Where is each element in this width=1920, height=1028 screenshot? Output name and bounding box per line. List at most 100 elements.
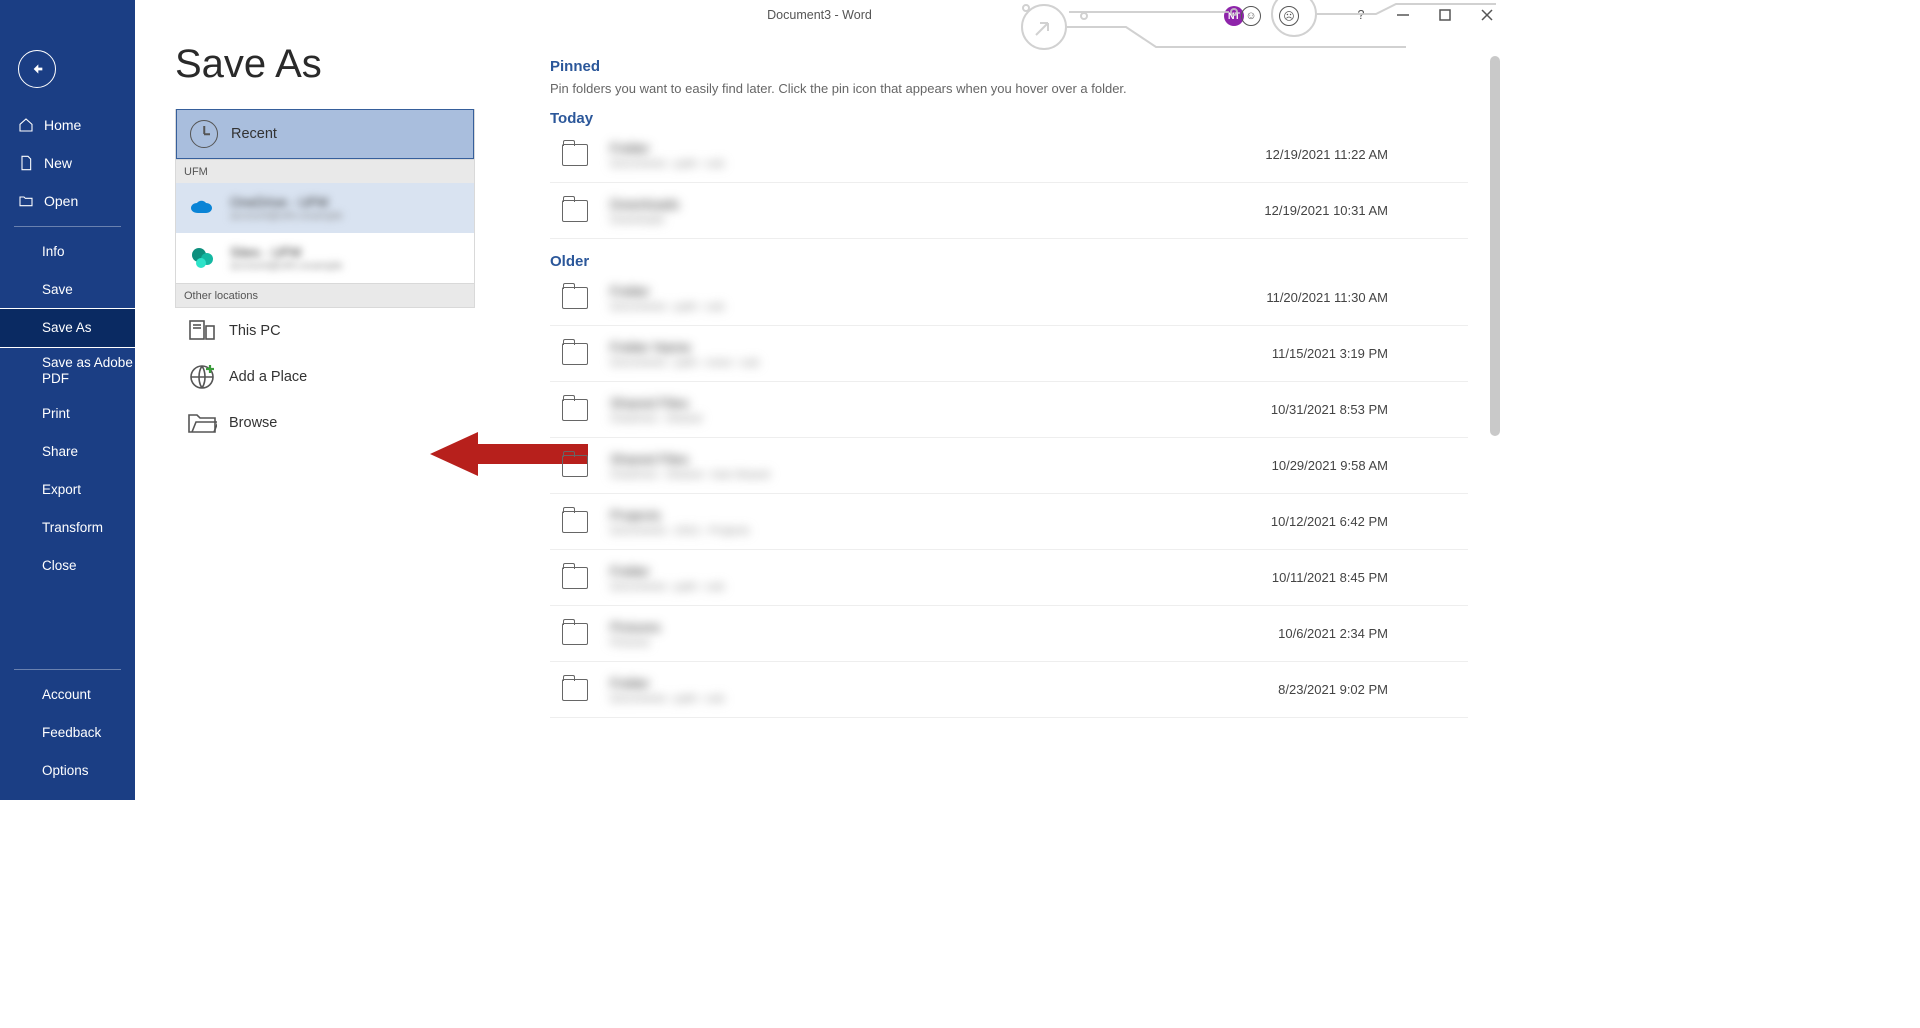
folder-name: Folder (610, 140, 1265, 156)
nav-info[interactable]: Info (0, 233, 135, 271)
folder-row[interactable]: PicturesPictures10/6/2021 2:34 PM (550, 606, 1468, 662)
app-root: Home New Open Info Save Save As Save as … (0, 0, 1504, 800)
feedback-buttons: ☺ ☹ (1241, 6, 1299, 26)
folder-path: Downloads (610, 214, 1264, 226)
folder-date: 12/19/2021 11:22 AM (1265, 147, 1388, 162)
folder-path: Documents › path › sub (610, 158, 1265, 170)
section-older-title: Older (550, 253, 1468, 270)
sharepoint-icon (188, 243, 218, 273)
folder-icon (562, 567, 588, 589)
folder-name: Shared Files (610, 451, 1272, 467)
folder-icon (562, 511, 588, 533)
locations-column: Save As Recent UFM OneDrive - UFM accoun (175, 42, 520, 800)
folder-row[interactable]: FolderDocuments › path › sub10/11/2021 8… (550, 550, 1468, 606)
folder-date: 10/11/2021 8:45 PM (1272, 570, 1388, 585)
minimize-button[interactable] (1394, 6, 1412, 24)
nav-export[interactable]: Export (0, 471, 135, 509)
folder-date: 10/12/2021 6:42 PM (1271, 514, 1388, 529)
folder-name: Pictures (610, 619, 1278, 635)
folder-row[interactable]: Folder Name Documents › path › more › sub… (550, 326, 1468, 382)
location-browse-label: Browse (229, 415, 277, 431)
folder-date: 10/6/2021 2:34 PM (1278, 626, 1388, 641)
folder-icon (562, 455, 588, 477)
nav-feedback[interactable]: Feedback (0, 714, 135, 752)
folder-date: 12/19/2021 10:31 AM (1264, 203, 1388, 218)
nav-options[interactable]: Options (0, 752, 135, 790)
location-recent[interactable]: Recent (176, 109, 474, 159)
section-today-title: Today (550, 110, 1468, 127)
scrollbar[interactable] (1490, 56, 1500, 436)
nav-close[interactable]: Close (0, 547, 135, 585)
location-add-place[interactable]: Add a Place (175, 354, 520, 400)
browse-folder-icon (187, 408, 217, 438)
folder-row[interactable]: DownloadsDownloads12/19/2021 10:31 AM (550, 183, 1468, 239)
close-button[interactable] (1478, 6, 1496, 24)
folder-date: 8/23/2021 9:02 PM (1278, 682, 1388, 697)
location-sites-sub: account@ufm.example (230, 260, 343, 272)
content-area: Document3 - Word NT ☺ ☹ ? (135, 0, 1504, 800)
add-place-icon (187, 362, 217, 392)
folder-name: Folder Name (610, 339, 1272, 355)
nav-open[interactable]: Open (0, 182, 135, 220)
nav-save[interactable]: Save (0, 271, 135, 309)
folder-path: Documents › path › more › sub (610, 357, 1272, 369)
location-this-pc-label: This PC (229, 323, 281, 339)
nav-save-pdf[interactable]: Save as Adobe PDF (0, 347, 135, 395)
help-button[interactable]: ? (1352, 6, 1370, 24)
location-onedrive-name: OneDrive - UFM (230, 195, 343, 210)
location-sites[interactable]: Sites - UFM account@ufm.example (176, 233, 474, 283)
window-title: Document3 - Word (767, 8, 872, 22)
folder-icon (562, 679, 588, 701)
recent-files-panel: Pinned Pin folders you want to easily fi… (520, 42, 1504, 800)
nav-new-label: New (44, 155, 72, 171)
folder-path: Documents › 2021 › Projects (610, 525, 1271, 537)
nav-new[interactable]: New (0, 144, 135, 182)
nav-print[interactable]: Print (0, 395, 135, 433)
folder-name: Shared Files (610, 395, 1271, 411)
location-onedrive[interactable]: OneDrive - UFM account@ufm.example (176, 183, 474, 233)
folder-icon (562, 399, 588, 421)
folder-path: OneDrive › Shared › Sub Shared (610, 469, 1272, 481)
location-this-pc[interactable]: This PC (175, 308, 520, 354)
clock-icon (189, 119, 219, 149)
section-header-other: Other locations (176, 283, 474, 307)
section-pinned-title: Pinned (550, 58, 1468, 75)
locations-list: Recent UFM OneDrive - UFM account@ufm.ex… (175, 109, 475, 308)
folder-date: 10/29/2021 9:58 AM (1272, 458, 1388, 473)
folder-row[interactable]: Folder Documents › path › sub8/23/2021 9:… (550, 662, 1468, 718)
folder-name: Folder (610, 675, 1278, 691)
window-controls: ? (1352, 0, 1496, 30)
smile-icon[interactable]: ☺ (1241, 6, 1261, 26)
folder-row[interactable]: ProjectsDocuments › 2021 › Projects10/12… (550, 494, 1468, 550)
folder-name: Folder (610, 563, 1272, 579)
backstage-sidebar: Home New Open Info Save Save As Save as … (0, 0, 135, 800)
page-title: Save As (175, 42, 520, 87)
location-onedrive-sub: account@ufm.example (230, 210, 343, 222)
nav-open-label: Open (44, 193, 78, 209)
nav-home-label: Home (44, 117, 81, 133)
maximize-button[interactable] (1436, 6, 1454, 24)
location-sites-name: Sites - UFM (230, 245, 343, 260)
nav-share[interactable]: Share (0, 433, 135, 471)
location-add-place-label: Add a Place (229, 369, 307, 385)
folder-open-icon (18, 193, 34, 209)
nav-account[interactable]: Account (0, 676, 135, 714)
folder-path: OneDrive › Shared (610, 413, 1271, 425)
back-button[interactable] (18, 50, 56, 88)
nav-transform[interactable]: Transform (0, 509, 135, 547)
folder-row[interactable]: Folder Documents › path › sub12/19/2021 1… (550, 127, 1468, 183)
nav-home[interactable]: Home (0, 106, 135, 144)
title-bar: Document3 - Word NT ☺ ☹ ? (135, 0, 1504, 30)
folder-row[interactable]: Shared Files OneDrive › Shared › Sub Shar… (550, 438, 1468, 494)
section-header-ufm: UFM (176, 159, 474, 183)
folder-path: Documents › path › sub (610, 693, 1278, 705)
nav-save-as[interactable]: Save As (0, 309, 135, 347)
today-list: FolderDocuments › path › sub12/19/2021 1… (550, 127, 1468, 239)
folder-row[interactable]: FolderDocuments › path › sub11/20/2021 1… (550, 270, 1468, 326)
frown-icon[interactable]: ☹ (1279, 6, 1299, 26)
pc-icon (187, 316, 217, 346)
folder-icon (562, 200, 588, 222)
folder-row[interactable]: Shared FilesOneDrive › Shared10/31/2021 … (550, 382, 1468, 438)
location-browse[interactable]: Browse (175, 400, 520, 446)
section-pinned-hint: Pin folders you want to easily find late… (550, 81, 1468, 96)
